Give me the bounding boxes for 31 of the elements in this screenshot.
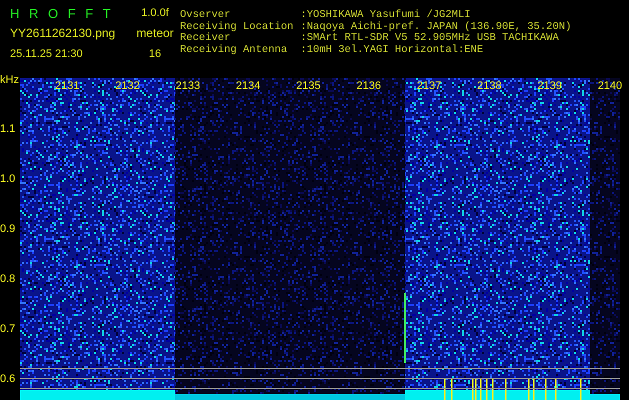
- file-name: YY2611262130.png: [10, 26, 116, 40]
- x-axis-label: 2131: [55, 80, 80, 92]
- timestamp: 25.11.25 21:30: [10, 48, 83, 60]
- y-axis-label: 1.0: [0, 173, 16, 185]
- y-axis-label: 0.6: [0, 373, 16, 385]
- count-label: meteor: [136, 26, 174, 40]
- axis-unit: kHz: [0, 74, 19, 86]
- x-axis-label: 2139: [537, 80, 562, 92]
- x-axis-label: 2132: [115, 80, 140, 92]
- x-axis-label: 2133: [176, 80, 200, 92]
- x-axis-label: 2135: [296, 80, 321, 92]
- station-label: Receiver: [180, 33, 232, 44]
- y-axis-label: 1.1: [0, 123, 16, 135]
- y-axis-label: 0.7: [0, 323, 16, 335]
- version-label: 1.0.0f: [141, 7, 169, 19]
- x-axis-label: 2140: [598, 80, 622, 92]
- app-title: H R O F F T: [10, 6, 115, 20]
- station-value: :YOSHIKAWA Yasufumi /JG2MLI: [300, 10, 472, 21]
- x-axis-label: 2137: [416, 80, 442, 92]
- x-axis-label: 2134: [236, 80, 260, 92]
- station-value: :Naqoya Aichi-pref. JAPAN (136.90E, 35.20N): [300, 22, 572, 33]
- station-value: :SMArt RTL-SDR V5 52.905MHz USB TACHIKAWA: [300, 33, 560, 44]
- station-label: Receiving Antenna: [180, 44, 288, 56]
- y-axis-label: 0.9: [0, 223, 16, 235]
- y-axis-label: 0.8: [0, 273, 16, 285]
- station-value: :10mH 3el.YAGI Horizontal:ENE: [300, 44, 484, 56]
- count-value: 16: [148, 48, 162, 60]
- x-axis-label: 2136: [356, 80, 381, 92]
- x-axis-label: 2138: [477, 80, 502, 92]
- station-label: Receiving Location: [180, 22, 294, 32]
- station-label: Ovserver: [180, 10, 232, 21]
